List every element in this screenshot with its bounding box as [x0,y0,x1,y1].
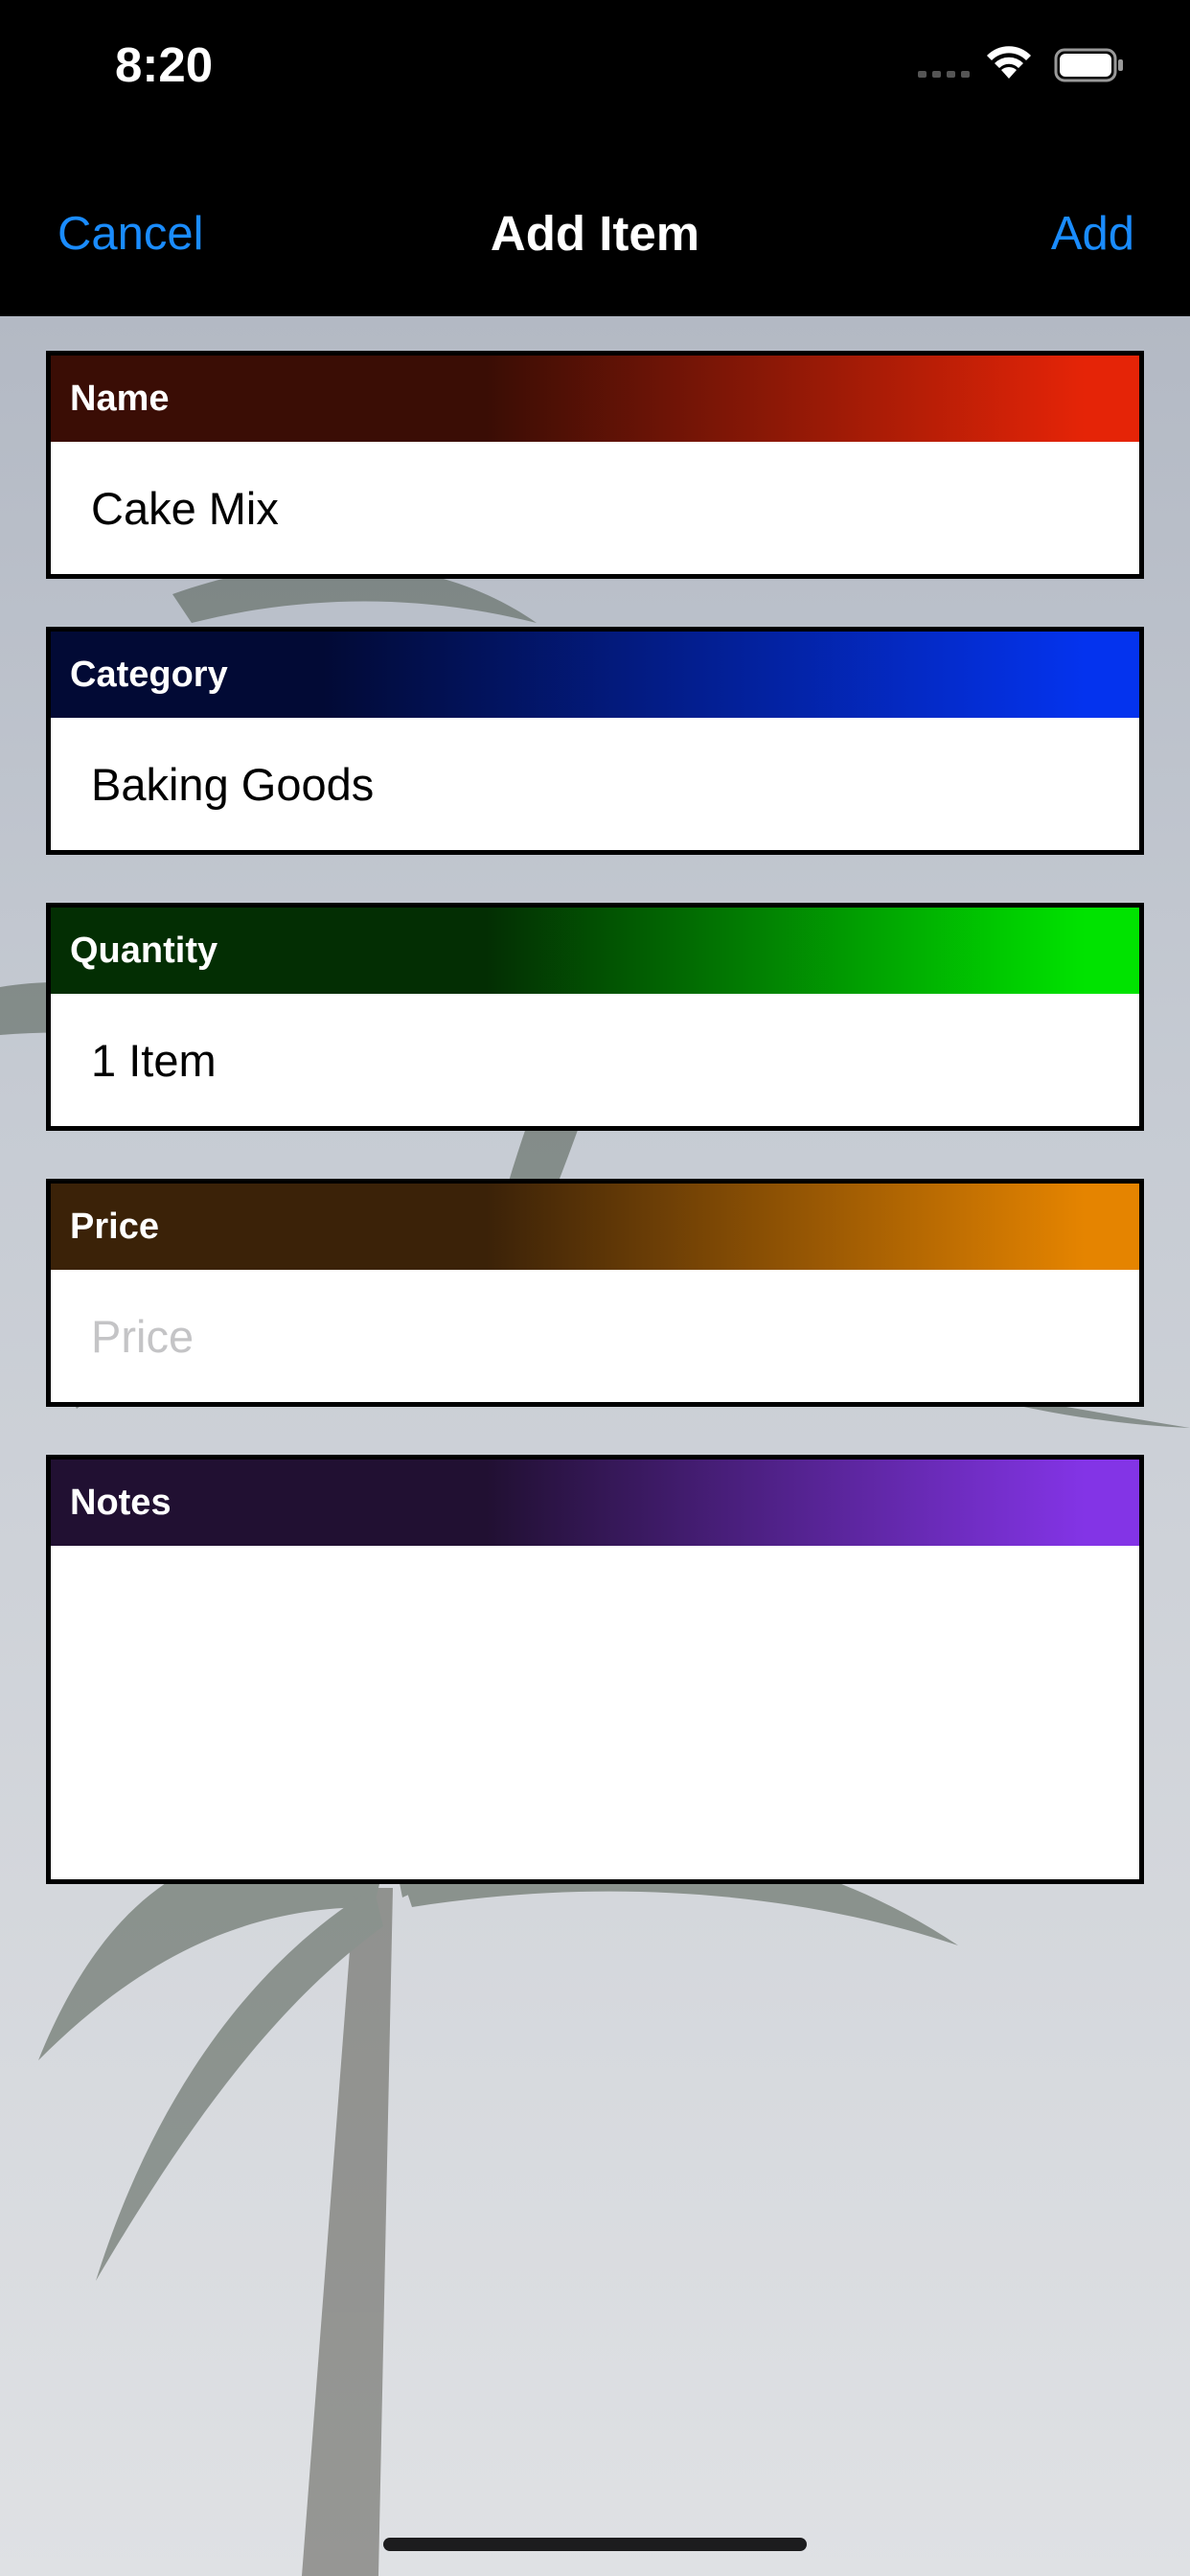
notes-card: Notes [46,1455,1144,1884]
price-header: Price [51,1184,1139,1270]
quantity-field[interactable] [51,994,1139,1126]
category-label: Category [70,655,228,695]
navigation-bar: Cancel Add Item Add [0,144,1190,316]
name-label: Name [70,379,170,419]
category-field[interactable] [51,718,1139,850]
name-card: Name [46,351,1144,579]
category-header: Category [51,632,1139,718]
quantity-label: Quantity [70,931,218,971]
name-header: Name [51,356,1139,442]
notes-label: Notes [70,1483,172,1523]
price-field[interactable] [51,1270,1139,1402]
price-card: Price [46,1179,1144,1407]
quantity-card: Quantity [46,903,1144,1131]
home-indicator[interactable] [383,2538,807,2551]
wifi-icon [987,46,1031,79]
add-button[interactable]: Add [1051,207,1134,261]
status-time: 8:20 [115,37,214,92]
name-field[interactable] [51,442,1139,574]
page-title: Add Item [490,206,700,261]
notes-field[interactable] [51,1546,1139,1879]
notes-header: Notes [51,1460,1139,1546]
price-label: Price [70,1207,159,1247]
cellular-signal-icon [918,71,970,78]
status-bar: 8:20 [0,0,1190,144]
battery-icon [1054,48,1123,82]
category-card: Category [46,627,1144,855]
quantity-header: Quantity [51,908,1139,994]
